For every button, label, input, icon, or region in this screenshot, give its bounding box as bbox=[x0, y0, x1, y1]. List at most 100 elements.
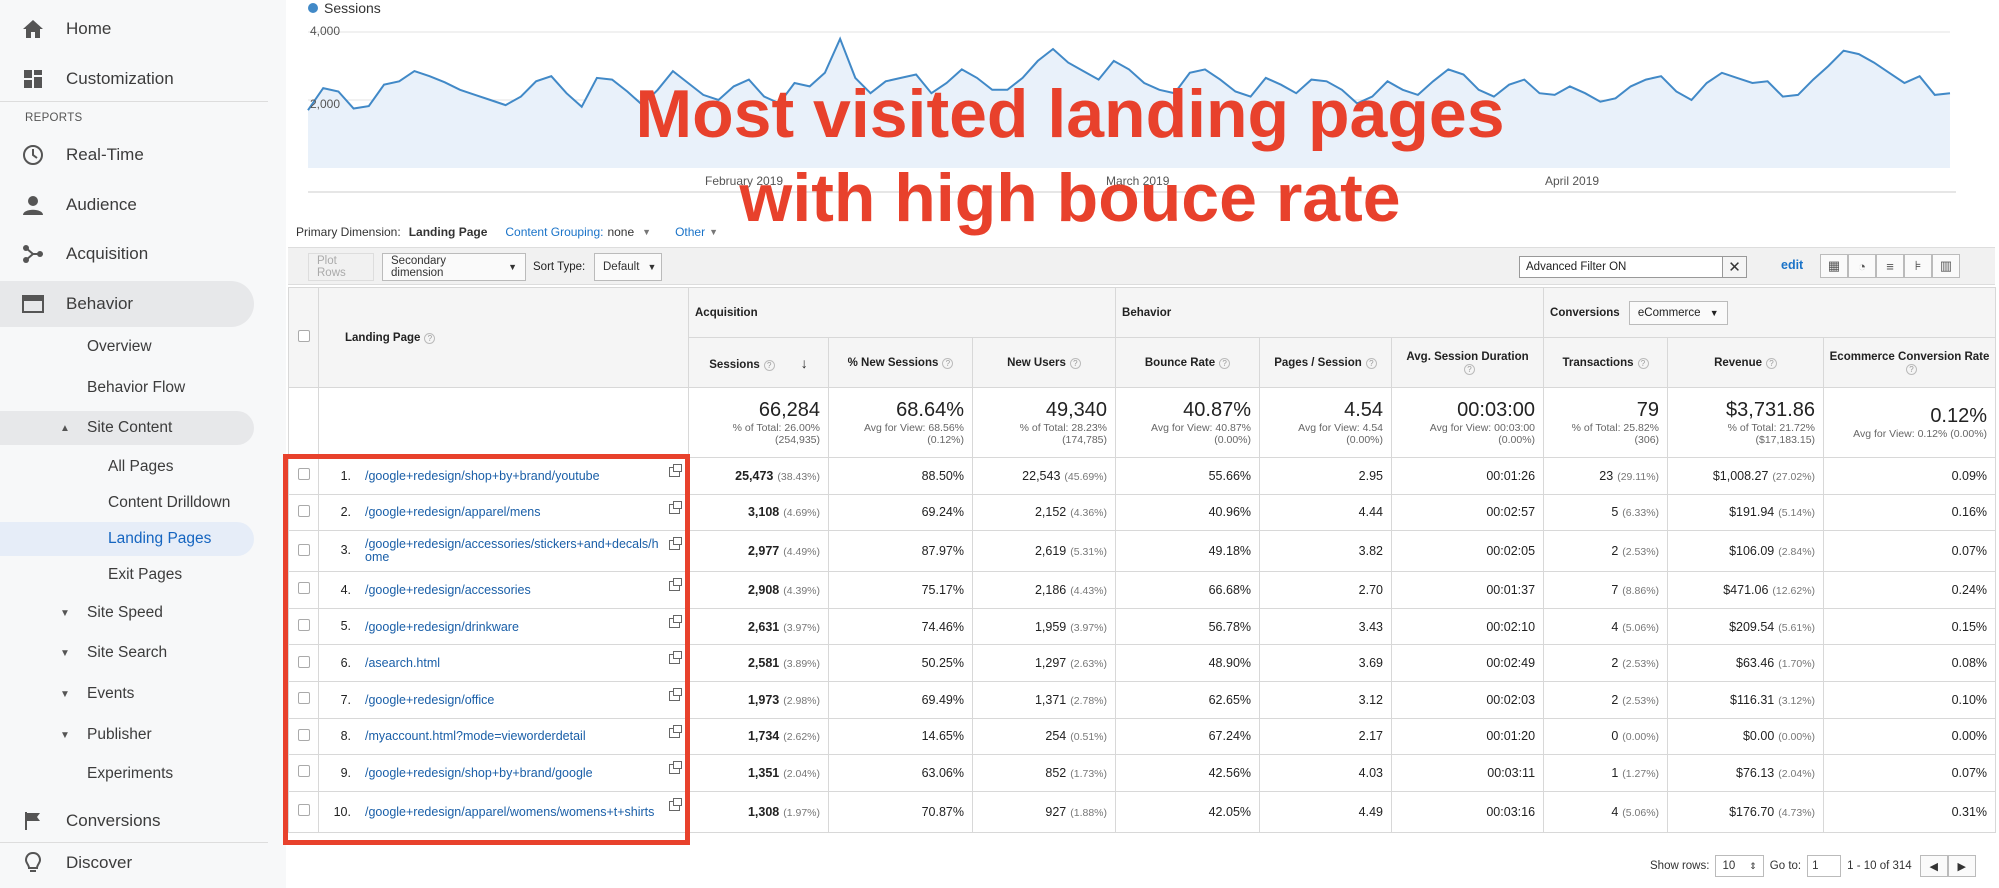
sessions-header[interactable]: Sessions? ↓ bbox=[688, 337, 829, 388]
totals-comparison: % of Total: 25.82% bbox=[1571, 422, 1660, 434]
revenue-header[interactable]: Revenue? bbox=[1667, 337, 1825, 388]
bounce-rate-header[interactable]: Bounce Rate? bbox=[1115, 337, 1261, 388]
help-icon[interactable]: ? bbox=[424, 332, 436, 344]
help-icon[interactable]: ? bbox=[1637, 357, 1649, 369]
nav-publisher[interactable]: ▼ Publisher bbox=[0, 718, 254, 752]
transactions-cell: 1 (1.27%) bbox=[1543, 754, 1669, 792]
pie-view-icon[interactable]: ◔ bbox=[1848, 254, 1876, 278]
select-all-checkbox[interactable] bbox=[297, 330, 310, 342]
show-rows-select[interactable]: 10 ⇕ bbox=[1715, 855, 1764, 877]
new-sessions-header[interactable]: % New Sessions? bbox=[828, 337, 973, 388]
revenue-pct: (12.62%) bbox=[1772, 584, 1816, 597]
help-icon[interactable]: ? bbox=[1069, 357, 1081, 369]
totals-comparison: Avg for View: 00:03:00 bbox=[1429, 422, 1536, 434]
transactions-cell: 2 (2.53%) bbox=[1543, 530, 1669, 573]
secondary-dimension-select[interactable]: Secondary dimension ▼ bbox=[382, 253, 526, 281]
pages-session-header[interactable]: Pages / Session? bbox=[1259, 337, 1393, 388]
nav-discover[interactable]: Discover bbox=[0, 840, 270, 886]
sessions-pct: (38.43%) bbox=[777, 470, 820, 483]
nav-behavior-flow[interactable]: Behavior Flow bbox=[87, 371, 185, 405]
x-tick-label: February 2019 bbox=[705, 174, 784, 188]
nav-exit-pages[interactable]: Exit Pages bbox=[108, 558, 182, 592]
totals-comparison-total: (0.12%) bbox=[927, 434, 964, 446]
filter-input[interactable]: Advanced Filter ON ✕ bbox=[1519, 256, 1747, 278]
nav-customization[interactable]: Customization bbox=[0, 56, 270, 102]
totals-cell: 0.12% Avg for View: 0.12% (0.00%) bbox=[1823, 387, 1997, 458]
sessions-cell: 1,973 (2.98%) bbox=[688, 680, 829, 719]
conversion-rate-cell: 0.24% bbox=[1823, 571, 1997, 609]
nav-site-search[interactable]: ▼ Site Search bbox=[0, 636, 254, 670]
revenue-cell: $209.54 (5.61%) bbox=[1667, 607, 1825, 646]
conversion-rate-header[interactable]: Ecommerce Conversion Rate? bbox=[1823, 337, 1997, 388]
plot-rows-button[interactable]: Plot Rows bbox=[308, 253, 374, 281]
nav-audience[interactable]: Audience bbox=[0, 182, 270, 228]
transactions-header[interactable]: Transactions? bbox=[1543, 337, 1669, 388]
nav-all-pages[interactable]: All Pages bbox=[108, 450, 173, 484]
nav-site-speed[interactable]: ▼ Site Speed bbox=[0, 596, 254, 630]
table-view-icon[interactable]: ▦ bbox=[1820, 254, 1848, 278]
nav-landing-pages[interactable]: Landing Pages bbox=[0, 522, 254, 556]
revenue-cell: $76.13 (2.04%) bbox=[1667, 754, 1825, 792]
conversions-group-label: Conversions bbox=[1550, 306, 1620, 319]
nav-realtime[interactable]: Real-Time bbox=[0, 132, 270, 178]
y-tick-label: 4,000 bbox=[310, 24, 341, 38]
help-icon[interactable]: ? bbox=[1219, 357, 1231, 369]
totals-comparison: Avg for View: 4.54 bbox=[1298, 422, 1384, 434]
help-icon[interactable]: ? bbox=[1766, 357, 1777, 369]
help-icon[interactable]: ? bbox=[1906, 363, 1918, 375]
help-icon[interactable]: ? bbox=[763, 359, 775, 371]
nav-acquisition[interactable]: Acquisition bbox=[0, 231, 270, 277]
content-grouping-value[interactable]: none bbox=[607, 225, 634, 239]
content-grouping-label[interactable]: Content Grouping: bbox=[505, 225, 603, 239]
help-icon[interactable]: ? bbox=[942, 357, 954, 369]
duration-cell: 00:02:49 bbox=[1391, 644, 1545, 682]
new-users-header[interactable]: New Users? bbox=[971, 337, 1117, 388]
flag-icon bbox=[20, 808, 46, 834]
revenue-value: $176.70 bbox=[1729, 804, 1775, 819]
next-page-icon[interactable]: ▶ bbox=[1947, 855, 1976, 877]
totals-value: 49,340 bbox=[1045, 399, 1108, 421]
avg-duration-header[interactable]: Avg. Session Duration? bbox=[1391, 337, 1545, 388]
prev-page-icon[interactable]: ◀ bbox=[1919, 855, 1948, 877]
landing-page-header[interactable]: Landing Page? bbox=[318, 287, 689, 388]
transactions-pct: (0.00%) bbox=[1622, 731, 1660, 744]
chevron-down-icon[interactable]: ▼ bbox=[709, 227, 718, 237]
conversions-type-select[interactable]: eCommerce ▼ bbox=[1628, 300, 1728, 325]
new-users-value: 1,371 bbox=[1034, 692, 1067, 707]
highlight-box bbox=[283, 454, 690, 845]
nav-overview[interactable]: Overview bbox=[87, 330, 152, 364]
transactions-value: 2 bbox=[1611, 544, 1619, 559]
totals-empty-cell bbox=[318, 387, 689, 458]
nav-conversions[interactable]: Conversions bbox=[0, 798, 270, 844]
conversion-rate-cell: 0.31% bbox=[1823, 790, 1997, 833]
duration-cell: 00:02:10 bbox=[1391, 607, 1545, 646]
bounce-rate-header-label: Bounce Rate bbox=[1144, 356, 1216, 369]
revenue-cell: $191.94 (5.14%) bbox=[1667, 493, 1825, 532]
pages-session-cell: 4.49 bbox=[1259, 790, 1393, 833]
edit-filter-link[interactable]: edit bbox=[1781, 258, 1803, 272]
chevron-down-icon[interactable]: ▼ bbox=[642, 227, 651, 237]
help-icon[interactable]: ? bbox=[1464, 363, 1476, 375]
close-icon[interactable]: ✕ bbox=[1722, 257, 1746, 277]
nav-experiments[interactable]: Experiments bbox=[87, 757, 173, 791]
nav-home[interactable]: Home bbox=[0, 6, 270, 52]
nav-events[interactable]: ▼ Events bbox=[0, 677, 254, 711]
other-dimension-link[interactable]: Other bbox=[675, 225, 705, 239]
y-tick-label: 2,000 bbox=[310, 97, 341, 111]
primary-dimension-value[interactable]: Landing Page bbox=[409, 225, 488, 239]
sort-type-select[interactable]: Default ▼ bbox=[594, 253, 662, 281]
pivot-view-icon[interactable]: ▥ bbox=[1932, 254, 1960, 278]
triangle-down-icon: ▼ bbox=[60, 607, 70, 619]
goto-input[interactable]: 1 bbox=[1807, 855, 1842, 877]
nav-behavior[interactable]: Behavior bbox=[0, 281, 254, 327]
comparison-view-icon[interactable]: ⊧ bbox=[1904, 254, 1932, 278]
help-icon[interactable]: ? bbox=[1365, 357, 1377, 369]
nav-site-content[interactable]: ▲ Site Content bbox=[0, 411, 254, 445]
bar-view-icon[interactable]: ≡ bbox=[1876, 254, 1904, 278]
sessions-pct: (1.97%) bbox=[783, 806, 820, 819]
sessions-pct: (3.97%) bbox=[783, 621, 820, 634]
revenue-cell: $106.09 (2.84%) bbox=[1667, 530, 1825, 573]
nav-content-drilldown[interactable]: Content Drilldown bbox=[108, 486, 230, 520]
totals-comparison-total: (174,785) bbox=[1062, 434, 1108, 446]
home-icon bbox=[20, 16, 46, 42]
